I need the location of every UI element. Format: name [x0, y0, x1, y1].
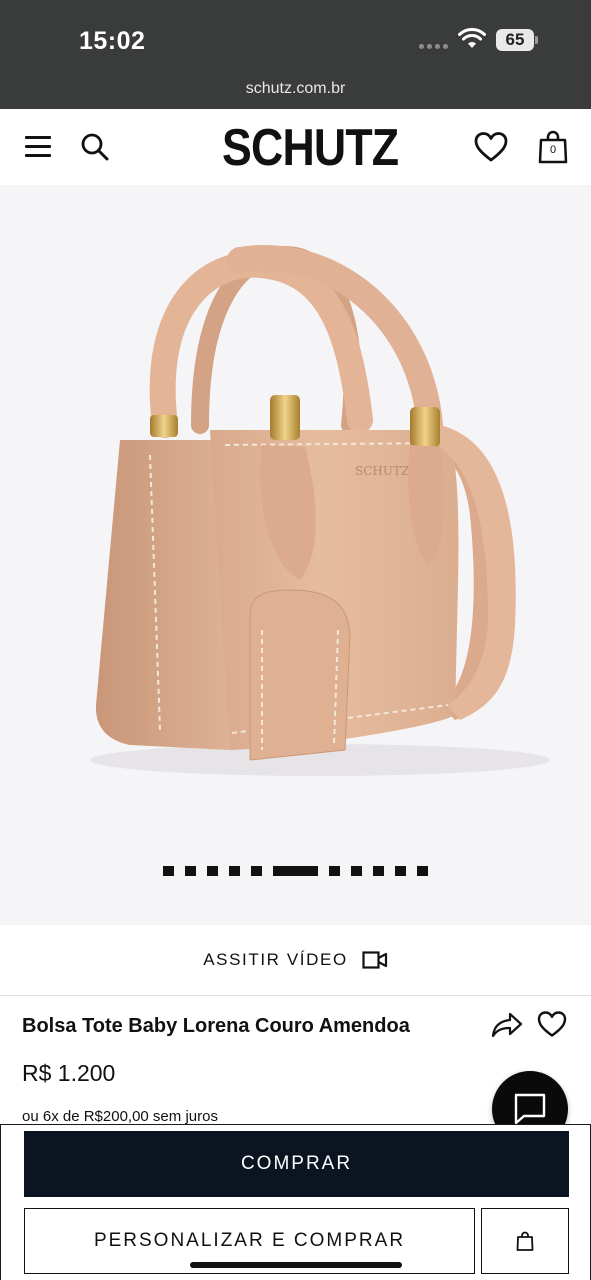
svg-text:SCHUTZ: SCHUTZ	[355, 464, 409, 478]
buy-bar: COMPRAR PERSONALIZAR E COMPRAR	[0, 1124, 591, 1280]
pagination-dot[interactable]	[351, 866, 362, 876]
wifi-icon	[458, 28, 486, 48]
chat-icon	[514, 1093, 546, 1125]
brand-logo[interactable]: SCHUTZ	[222, 118, 399, 178]
gallery-pagination[interactable]	[0, 866, 591, 876]
pagination-dot[interactable]	[329, 866, 340, 876]
pagination-dot[interactable]	[251, 866, 262, 876]
menu-icon[interactable]	[25, 136, 51, 158]
add-to-bag-button[interactable]	[481, 1208, 569, 1274]
pagination-dot[interactable]	[373, 866, 384, 876]
product-price: R$ 1.200	[22, 1060, 116, 1086]
watch-video-button[interactable]: ASSITIR VÍDEO	[0, 925, 591, 996]
battery-icon: 65	[496, 29, 540, 51]
product-gallery[interactable]: SCHUTZ	[0, 185, 591, 925]
installments-text: ou 6x de R$200,00 sem juros	[22, 1108, 218, 1125]
favorite-icon[interactable]	[537, 1010, 567, 1038]
search-icon[interactable]	[80, 132, 110, 162]
product-title: Bolsa Tote Baby Lorena Couro Amendoa	[22, 1015, 410, 1037]
pagination-dot[interactable]	[395, 866, 406, 876]
pagination-dot[interactable]	[417, 866, 428, 876]
address-bar[interactable]: schutz.com.br	[0, 80, 591, 98]
pagination-dot[interactable]	[207, 866, 218, 876]
battery-level: 65	[505, 30, 525, 49]
product-image[interactable]: SCHUTZ	[0, 185, 591, 865]
pagination-dot[interactable]	[185, 866, 196, 876]
home-indicator	[190, 1262, 402, 1268]
shopping-bag-icon[interactable]: 0	[538, 130, 568, 164]
shopping-bag-icon	[516, 1231, 534, 1251]
cart-count: 0	[549, 144, 557, 156]
browser-chrome: 15:02 65 schutz.com.br	[0, 0, 591, 109]
status-time: 15:02	[79, 27, 146, 55]
video-camera-icon	[362, 951, 387, 969]
share-icon[interactable]	[491, 1011, 523, 1039]
buy-button[interactable]: COMPRAR	[24, 1131, 569, 1197]
heart-icon[interactable]	[474, 131, 508, 163]
pagination-dot-active[interactable]	[273, 866, 318, 876]
pagination-dot[interactable]	[163, 866, 174, 876]
cellular-signal-icon	[419, 44, 448, 49]
site-header: SCHUTZ 0	[0, 109, 591, 185]
watch-video-label: ASSITIR VÍDEO	[203, 950, 348, 969]
pagination-dot[interactable]	[229, 866, 240, 876]
